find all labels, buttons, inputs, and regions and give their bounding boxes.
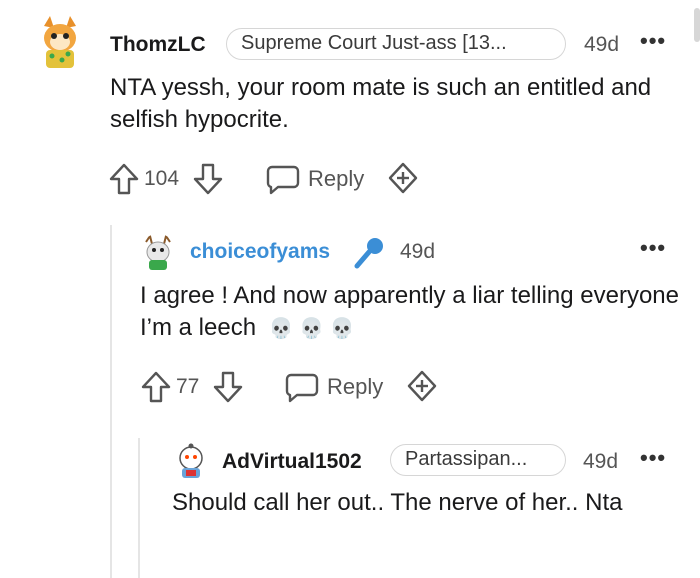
award-icon bbox=[407, 370, 437, 402]
award-icon bbox=[388, 162, 418, 194]
skull-emoji: 💀 💀 💀 bbox=[268, 318, 355, 340]
more-dots-icon[interactable]: ••• bbox=[640, 445, 666, 471]
avatar[interactable] bbox=[172, 442, 210, 480]
vote-count: 77 bbox=[176, 375, 200, 398]
reply-label: Reply bbox=[308, 166, 365, 191]
comment-body: Should call her out.. The nerve of her..… bbox=[172, 489, 623, 516]
downvote-button[interactable] bbox=[192, 162, 224, 196]
more-dots-icon[interactable]: ••• bbox=[640, 235, 666, 261]
username[interactable]: ThomzLC bbox=[110, 33, 206, 57]
comment-age: 49d bbox=[584, 33, 620, 56]
comment-bubble-icon bbox=[266, 165, 300, 195]
username[interactable]: AdVirtual1502 bbox=[222, 450, 362, 474]
upvote-icon bbox=[141, 371, 171, 403]
award-button[interactable] bbox=[386, 161, 420, 195]
upvote-icon bbox=[109, 163, 139, 195]
thread-line-level-2[interactable] bbox=[138, 438, 140, 578]
comment-age: 49d bbox=[400, 240, 436, 263]
downvote-button[interactable] bbox=[212, 370, 244, 404]
microphone-icon bbox=[352, 236, 386, 270]
upvote-button[interactable]: 77 bbox=[140, 370, 203, 404]
avatar[interactable] bbox=[138, 234, 178, 274]
reply-label: Reply bbox=[327, 374, 384, 399]
reply-button[interactable]: Reply bbox=[266, 163, 364, 195]
upvote-button[interactable]: 104 bbox=[108, 162, 183, 196]
thread-line-level-1[interactable] bbox=[110, 225, 112, 578]
avatar[interactable] bbox=[30, 12, 90, 72]
vote-count: 104 bbox=[144, 167, 180, 190]
comment-bubble-icon bbox=[285, 373, 319, 403]
comment-body: NTA yessh, your room mate is such an ent… bbox=[110, 74, 652, 133]
comment-text: I agree ! And now apparently a liar tell… bbox=[140, 282, 680, 341]
award-button[interactable] bbox=[405, 369, 439, 403]
scrollbar[interactable] bbox=[694, 8, 700, 42]
comment-body: I agree ! And now apparently a liar tell… bbox=[140, 280, 680, 345]
user-flair: Supreme Court Just-ass [13... bbox=[226, 28, 566, 60]
more-dots-icon[interactable]: ••• bbox=[640, 28, 666, 54]
comment-age: 49d bbox=[583, 450, 619, 473]
user-flair: Partassipan... bbox=[390, 444, 566, 476]
downvote-icon bbox=[213, 371, 243, 403]
username[interactable]: choiceofyams bbox=[190, 240, 330, 264]
downvote-icon bbox=[193, 163, 223, 195]
reply-button[interactable]: Reply bbox=[285, 371, 383, 403]
